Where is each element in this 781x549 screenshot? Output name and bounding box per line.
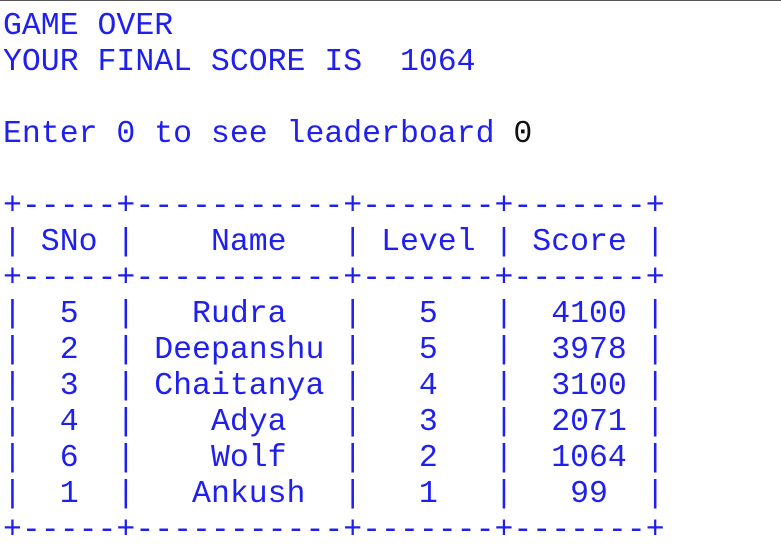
cell-sno: 5: [21, 297, 117, 332]
cell-name: Wolf: [135, 441, 344, 476]
table-row: | 4 | Adya | 3 | 2071 |: [3, 405, 665, 440]
table-row: | 1 | Ankush | 1 | 99 |: [3, 477, 665, 512]
table-header-row: | SNo | Name | Level | Score |: [3, 225, 665, 260]
cell-sno: 2: [21, 333, 117, 368]
cell-name: Rudra: [135, 297, 344, 332]
cell-name: Deepanshu: [135, 333, 344, 368]
column-header-level: Level: [362, 225, 495, 260]
cell-name: Chaitanya: [135, 369, 344, 404]
final-score-label: YOUR FINAL SCORE IS: [3, 45, 382, 80]
cell-sno: 3: [21, 369, 117, 404]
cell-level: 1: [362, 477, 495, 512]
cell-sno: 6: [21, 441, 117, 476]
table-row: | 6 | Wolf | 2 | 1064 |: [3, 441, 665, 476]
cell-name: Adya: [135, 405, 344, 440]
terminal-output: GAME OVER YOUR FINAL SCORE IS 1064 Enter …: [3, 9, 665, 549]
user-input-echo[interactable]: 0: [513, 117, 532, 152]
cell-score: 99: [513, 477, 646, 512]
cell-level: 4: [362, 369, 495, 404]
leaderboard-prompt: Enter 0 to see leaderboard 0: [3, 117, 665, 153]
cell-level: 2: [362, 441, 495, 476]
cell-sno: 1: [21, 477, 117, 512]
cell-level: 5: [362, 333, 495, 368]
column-header-sno: SNo: [21, 225, 117, 260]
final-score-line: YOUR FINAL SCORE IS 1064: [3, 45, 665, 81]
leaderboard-table: +-----+-----------+-------+-------+ | SNo…: [3, 189, 665, 549]
table-border: +-----+-----------+-------+-------+: [3, 189, 665, 224]
cell-score: 4100: [513, 297, 646, 332]
final-score-value: 1064: [399, 45, 476, 80]
cell-score: 3100: [513, 369, 646, 404]
table-row: | 3 | Chaitanya | 4 | 3100 |: [3, 369, 665, 404]
table-row: | 2 | Deepanshu | 5 | 3978 |: [3, 333, 665, 368]
cell-level: 3: [362, 405, 495, 440]
column-header-name: Name: [135, 225, 344, 260]
table-row: | 5 | Rudra | 5 | 4100 |: [3, 297, 665, 332]
cell-score: 1064: [513, 441, 646, 476]
cell-sno: 4: [21, 405, 117, 440]
column-header-score: Score: [513, 225, 646, 260]
prompt-text: Enter 0 to see leaderboard: [3, 117, 514, 152]
cell-level: 5: [362, 297, 495, 332]
cell-score: 2071: [513, 405, 646, 440]
cell-name: Ankush: [135, 477, 344, 512]
table-border: +-----+-----------+-------+-------+: [3, 261, 665, 296]
cell-score: 3978: [513, 333, 646, 368]
game-over-text: GAME OVER: [3, 9, 174, 44]
